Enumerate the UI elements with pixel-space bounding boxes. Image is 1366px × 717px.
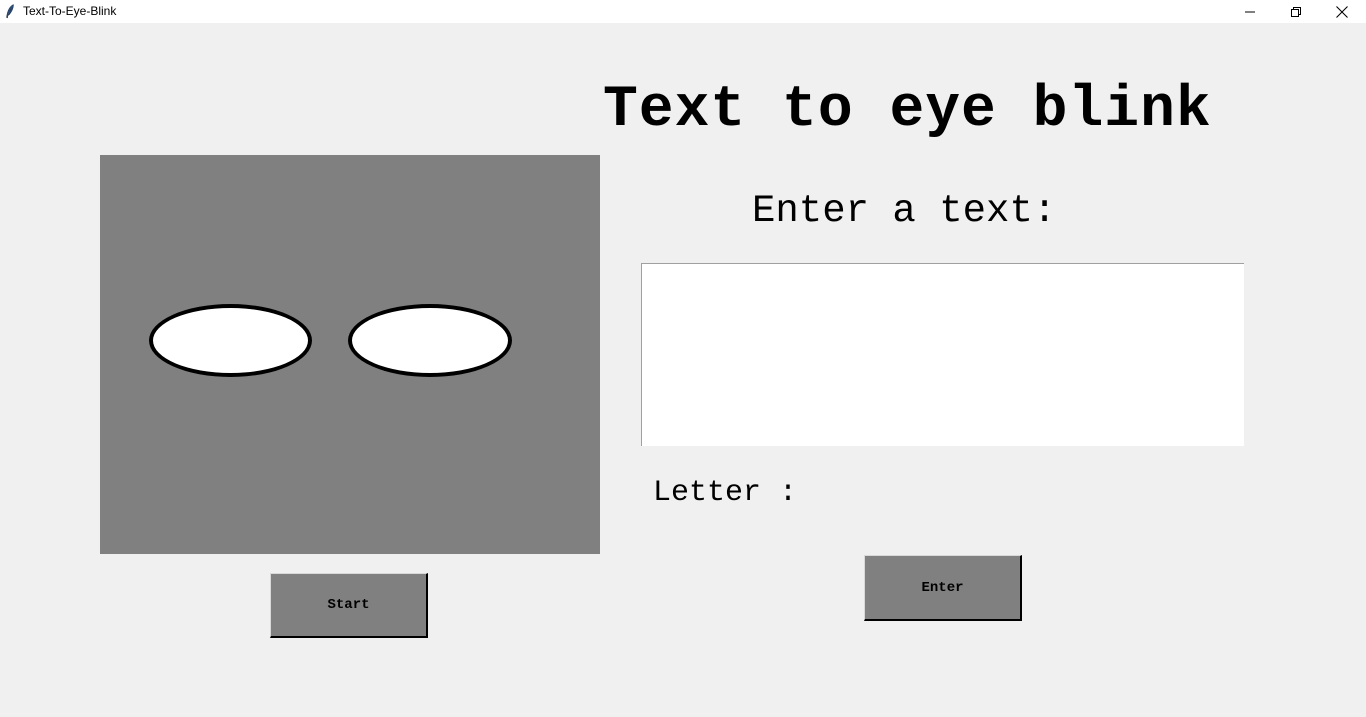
left-eye bbox=[149, 304, 312, 377]
enter-text-label: Enter a text: bbox=[752, 189, 1057, 233]
start-button[interactable]: Start bbox=[270, 573, 428, 638]
letter-label: Letter : bbox=[653, 476, 798, 510]
window-title: Text-To-Eye-Blink bbox=[23, 4, 117, 18]
close-icon bbox=[1336, 5, 1348, 18]
maximize-button[interactable] bbox=[1273, 0, 1319, 23]
text-input[interactable] bbox=[641, 263, 1244, 446]
restore-icon bbox=[1291, 6, 1301, 17]
close-button[interactable] bbox=[1319, 0, 1365, 23]
right-eye bbox=[348, 304, 512, 377]
eye-canvas bbox=[100, 155, 600, 554]
enter-button[interactable]: Enter bbox=[864, 555, 1022, 621]
feather-icon bbox=[5, 4, 15, 19]
page-title: Text to eye blink bbox=[603, 78, 1212, 143]
title-bar: Text-To-Eye-Blink bbox=[0, 0, 1366, 23]
main-window: Text to eye blink Enter a text: Letter :… bbox=[0, 23, 1366, 717]
minimize-icon bbox=[1245, 7, 1255, 17]
minimize-button[interactable] bbox=[1227, 0, 1273, 23]
